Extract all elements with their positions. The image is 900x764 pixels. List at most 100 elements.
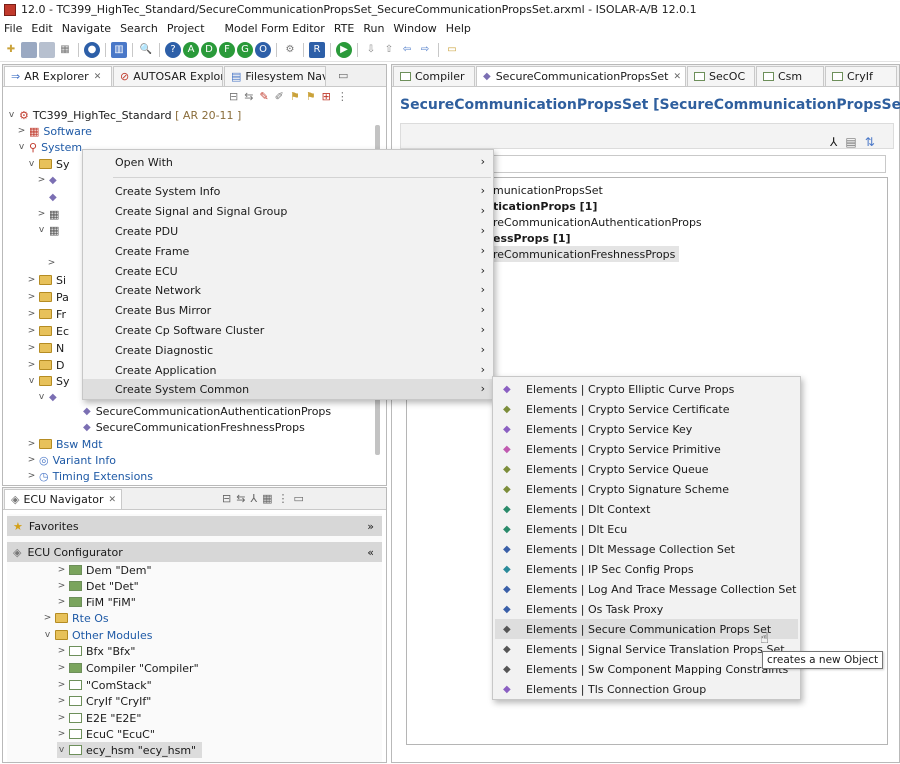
hierarchy-icon[interactable]: ⅄ — [830, 135, 837, 149]
menu-help[interactable]: Help — [446, 22, 471, 35]
tree-node-c[interactable]: > ▦ — [37, 206, 60, 222]
submenu-item-selected[interactable]: ◆ Elements | Secure Communication Props S… — [495, 619, 798, 639]
tools-icon[interactable]: ⚙ — [282, 42, 298, 58]
filter-input[interactable] — [492, 155, 886, 173]
tree-system[interactable]: v ⚲ System — [17, 139, 82, 155]
tree-software[interactable]: > ▦ Software — [17, 123, 92, 139]
editor-line[interactable]: reCommunicationAuthenticationProps — [493, 214, 702, 230]
run-d-icon[interactable]: D — [201, 41, 217, 58]
report-icon[interactable]: R — [309, 41, 325, 58]
submenu-item[interactable]: ◆ Elements | Os Task Proxy — [495, 599, 798, 619]
submenu-item[interactable]: ◆ Elements | Log And Trace Message Collec… — [495, 579, 798, 599]
tree-partial-7[interactable]: > D — [27, 357, 65, 373]
ecu-item[interactable]: > Rte Os — [43, 610, 109, 626]
ecu-item[interactable]: > E2E "E2E" — [57, 710, 142, 726]
editor-line-selected[interactable]: reCommunicationFreshnessProps — [493, 246, 680, 262]
tree-node-a[interactable]: > ◆ — [37, 172, 62, 188]
info-icon[interactable]: ● — [84, 41, 100, 58]
tree-partial-1[interactable]: v Sy — [27, 156, 70, 172]
tree-node-d[interactable]: v ▦ — [37, 222, 60, 238]
submenu-item[interactable]: ◆ Elements | Crypto Service Primitive — [495, 439, 798, 459]
sort-icon[interactable]: ⇅ — [865, 135, 875, 149]
ecu-item[interactable]: v Other Modules — [43, 627, 153, 643]
tree-node-b[interactable]: ◆ — [49, 189, 62, 205]
submenu-item[interactable]: ◆ Elements | Crypto Service Queue — [495, 459, 798, 479]
tree-partial-4[interactable]: > Fr — [27, 306, 66, 322]
menu-navigate[interactable]: Navigate — [62, 22, 111, 35]
submenu-item[interactable]: ◆ Elements | Dlt Ecu — [495, 519, 798, 539]
menu-create-diagnostic[interactable]: Create Diagnostic › — [83, 340, 493, 360]
submenu-item[interactable]: ◆ Elements | Dlt Message Collection Set — [495, 539, 798, 559]
run-g-icon[interactable]: G — [237, 41, 253, 58]
menu-create-pdu[interactable]: Create PDU › — [83, 221, 493, 241]
menu-create-network[interactable]: Create Network › — [83, 280, 493, 300]
ecu-item[interactable]: > EcuC "EcuC" — [57, 726, 155, 742]
editor-line[interactable]: ticationProps [1] — [493, 198, 597, 214]
editor-line[interactable]: municationPropsSet — [493, 182, 603, 198]
run-f-icon[interactable]: F — [219, 41, 235, 58]
help-icon[interactable]: ? — [165, 41, 181, 58]
menu-model-form-editor[interactable]: Model Form Editor — [225, 22, 325, 35]
submenu-item[interactable]: ◆ Elements | Dlt Context — [495, 499, 798, 519]
close-icon[interactable]: ✕ — [673, 72, 681, 82]
tree-partial-8[interactable]: v Sy — [27, 373, 70, 389]
menu-create-signal[interactable]: Create Signal and Signal Group › — [83, 201, 493, 221]
tree-node-f[interactable]: v ◆ — [37, 389, 62, 405]
run-a-icon[interactable]: A — [183, 41, 199, 58]
tree-node-e[interactable]: > — [47, 255, 59, 271]
submenu-item[interactable]: ◆ Elements | Crypto Elliptic Curve Props — [495, 379, 798, 399]
submenu-item[interactable]: ◆ Elements | Signal Service Translation P… — [495, 639, 798, 659]
nav-prev-icon[interactable]: ⇧ — [381, 42, 397, 58]
tab-csm[interactable]: Csm — [756, 66, 824, 86]
submenu-item[interactable]: ◆ Elements | Sw Component Mapping Constra… — [495, 659, 798, 679]
editor-line[interactable]: essProps [1] — [493, 230, 571, 246]
tree-partial-2[interactable]: > Si — [27, 272, 66, 288]
properties-icon[interactable]: ▦ — [57, 42, 73, 58]
tree-fresh-props[interactable]: ◆ SecureCommunicationFreshnessProps — [83, 419, 305, 435]
tree-root[interactable]: v ⚙ TC399_HighTec_Standard [ AR 20-11 ] — [7, 107, 242, 123]
tree-variant-info[interactable]: > ◎ Variant Info — [27, 452, 116, 468]
build-icon[interactable]: ▥ — [111, 41, 127, 58]
menu-create-application[interactable]: Create Application › — [83, 360, 493, 380]
menu-project[interactable]: Project — [167, 22, 205, 35]
tree-partial-5[interactable]: > Ec — [27, 323, 69, 339]
tab-secoc[interactable]: SecOC — [687, 66, 755, 86]
run-icon[interactable]: ▶ — [336, 41, 352, 58]
menu-file[interactable]: File — [4, 22, 22, 35]
tab-compiler[interactable]: Compiler — [393, 66, 475, 86]
menu-edit[interactable]: Edit — [31, 22, 52, 35]
ecu-item[interactable]: > Bfx "Bfx" — [57, 643, 136, 659]
open-perspective-icon[interactable]: ▭ — [444, 42, 460, 58]
back-icon[interactable]: ⇦ — [399, 42, 415, 58]
menu-search[interactable]: Search — [120, 22, 158, 35]
menu-create-system-common[interactable]: Create System Common › — [83, 379, 493, 399]
ecu-item[interactable]: > Det "Det" — [57, 578, 139, 594]
tree-auth-props[interactable]: ◆ SecureCommunicationAuthenticationProps — [83, 403, 331, 419]
tab-securecommunicationpropsset[interactable]: ◆ SecureCommunicationPropsSet ✕ — [476, 66, 686, 86]
menu-rte[interactable]: RTE — [334, 22, 355, 35]
document-icon[interactable]: ▤ — [845, 135, 856, 149]
submenu-item[interactable]: ◆ Elements | Crypto Signature Scheme — [495, 479, 798, 499]
tree-timing[interactable]: > ◷ Timing Extensions — [27, 468, 153, 484]
submenu-item[interactable]: ◆ Elements | IP Sec Config Props — [495, 559, 798, 579]
submenu-item[interactable]: ◆ Elements | Crypto Service Key — [495, 419, 798, 439]
ecu-item[interactable]: > "ComStack" — [57, 677, 152, 693]
forward-icon[interactable]: ⇨ — [417, 42, 433, 58]
menu-run[interactable]: Run — [363, 22, 384, 35]
save-icon[interactable] — [21, 41, 37, 58]
ecu-item[interactable]: > CryIf "CryIf" — [57, 693, 152, 709]
run-o-icon[interactable]: O — [255, 41, 271, 58]
menu-open-with[interactable]: Open With › — [83, 152, 493, 172]
tree-bsw-mdt[interactable]: > Bsw Mdt — [27, 436, 103, 452]
menu-create-frame[interactable]: Create Frame › — [83, 241, 493, 261]
nav-next-icon[interactable]: ⇩ — [363, 42, 379, 58]
tab-cryif[interactable]: CryIf — [825, 66, 897, 86]
submenu-item[interactable]: ◆ Elements | Tls Connection Group — [495, 679, 798, 699]
save-all-icon[interactable] — [39, 41, 55, 58]
ecu-item[interactable]: > Dem "Dem" — [57, 562, 152, 578]
tree-partial-3[interactable]: > Pa — [27, 289, 69, 305]
submenu-item[interactable]: ◆ Elements | Crypto Service Certificate — [495, 399, 798, 419]
new-icon[interactable]: ✚ — [3, 42, 19, 58]
menu-window[interactable]: Window — [393, 22, 436, 35]
menu-create-cp-software-cluster[interactable]: Create Cp Software Cluster › — [83, 320, 493, 340]
